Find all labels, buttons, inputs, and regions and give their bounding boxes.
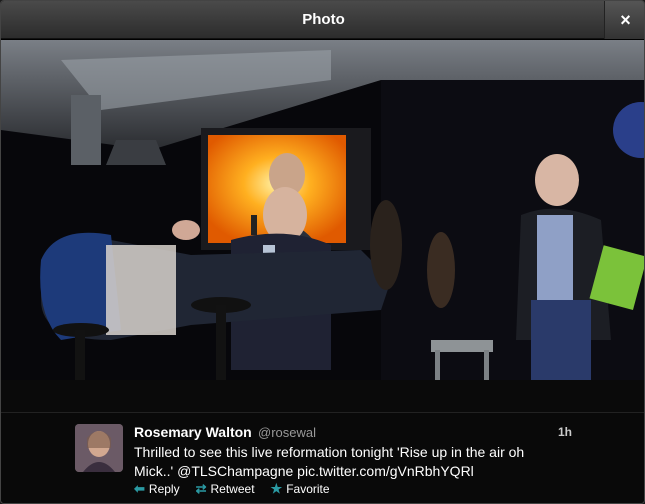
avatar[interactable] (75, 424, 123, 472)
tweet-actions: ⬅ Reply ⇄ Retweet ★ Favorite (134, 481, 330, 497)
modal-titlebar: Photo × (1, 1, 644, 39)
avatar-image (75, 424, 123, 472)
reply-button[interactable]: ⬅ Reply (134, 481, 180, 497)
tweet-author-name[interactable]: Rosemary Walton (134, 424, 252, 440)
tweet-timestamp[interactable]: 1h (558, 425, 572, 439)
photo-modal: Photo × Rosemary Walton @rosewal 1h Thri… (0, 0, 645, 504)
reply-label: Reply (148, 482, 180, 496)
tweet-author-handle[interactable]: @rosewal (258, 425, 316, 440)
tweet-text: Thrilled to see this live reformation to… (134, 444, 525, 479)
close-button[interactable]: × (604, 1, 644, 39)
tweet-photo[interactable] (1, 40, 644, 412)
favorite-label: Favorite (286, 482, 330, 496)
retweet-button[interactable]: ⇄ Retweet (196, 481, 255, 497)
star-icon: ★ (270, 481, 283, 496)
retweet-icon: ⇄ (195, 481, 207, 496)
photo-image (1, 40, 644, 412)
close-icon: × (620, 10, 631, 30)
reply-arrow-icon: ⬅ (134, 481, 145, 496)
modal-title: Photo (302, 11, 345, 28)
tweet-panel: Rosemary Walton @rosewal 1h Thrilled to … (1, 412, 644, 503)
favorite-button[interactable]: ★ Favorite (271, 481, 330, 497)
retweet-label: Retweet (210, 482, 255, 496)
